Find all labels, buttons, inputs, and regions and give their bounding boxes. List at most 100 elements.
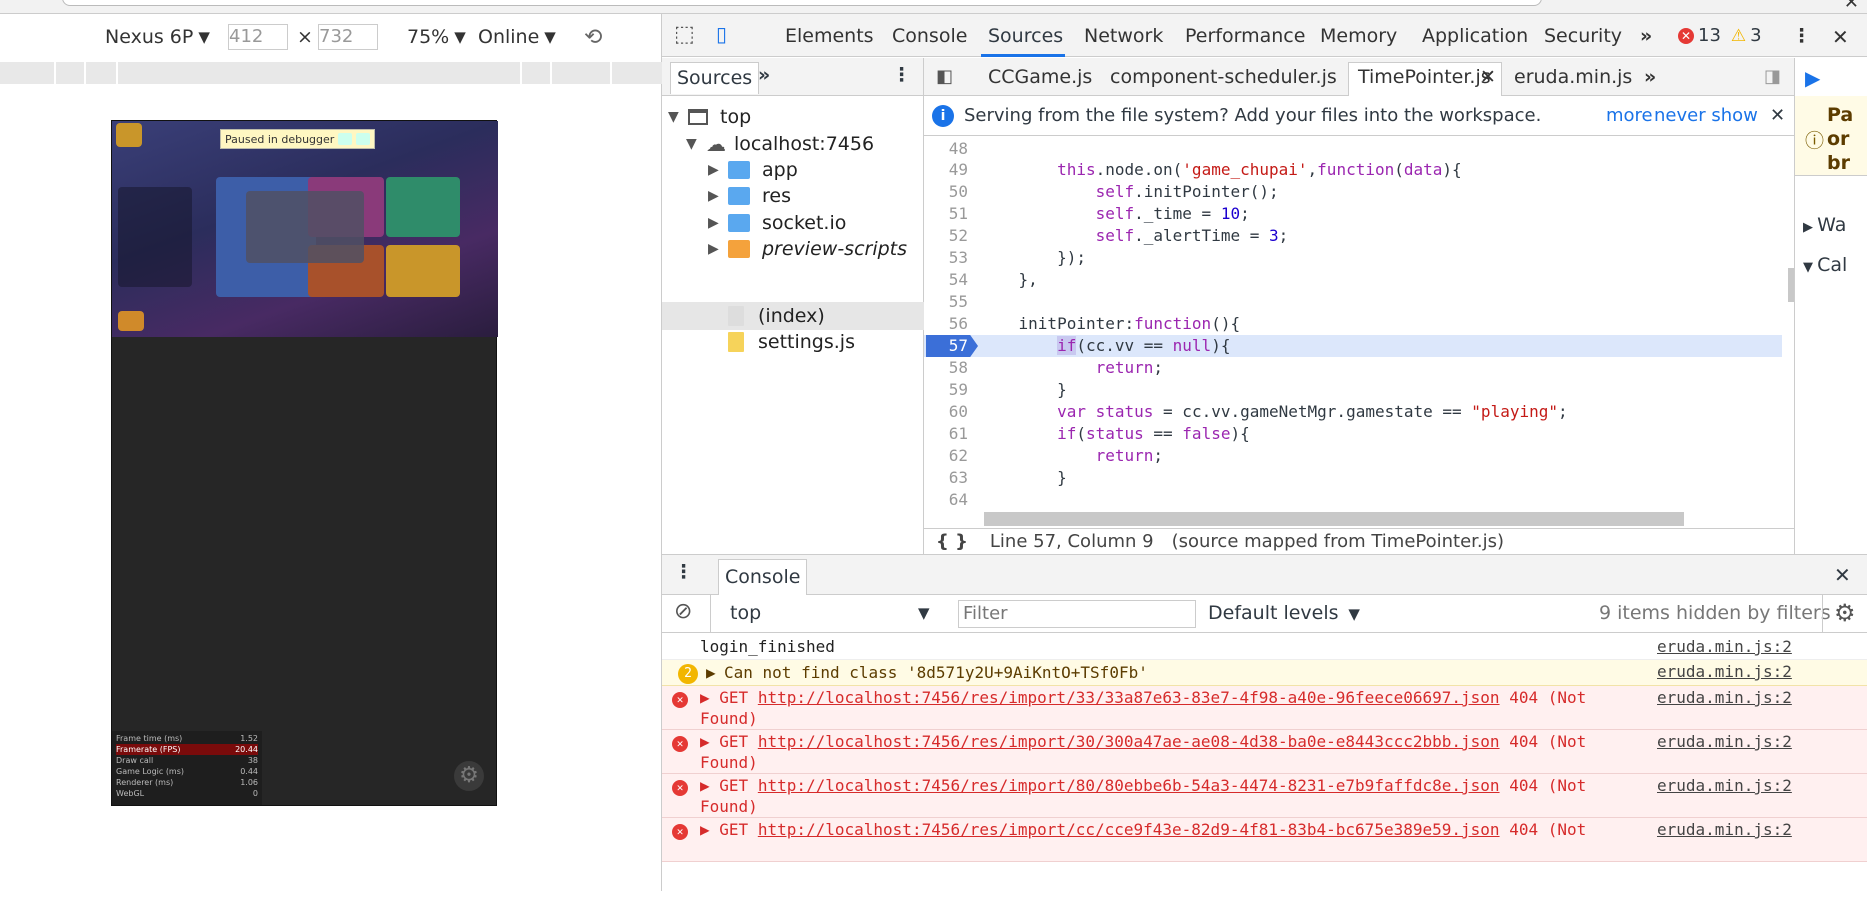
inspect-element-icon[interactable]: ⬚ xyxy=(674,22,695,47)
request-url[interactable]: http://localhost:7456/res/import/30/300a… xyxy=(758,732,1500,751)
source-link[interactable]: eruda.min.js:2 xyxy=(1657,776,1792,795)
console-error[interactable]: ✕ ▶ GET http://localhost:7456/res/import… xyxy=(662,774,1867,818)
drawer-header: ⋮ Console ✕ xyxy=(662,555,1867,595)
code-line: 55 xyxy=(948,292,968,311)
code-line: 48 xyxy=(948,139,968,158)
close-infobar-icon[interactable]: ✕ xyxy=(1770,105,1785,126)
device-select[interactable]: Nexus 6P ▼ xyxy=(105,24,210,50)
code-line: 63 } xyxy=(948,468,1067,487)
tree-item-socketio[interactable]: ▶ socket.io xyxy=(708,209,846,237)
code-line: 64 xyxy=(948,490,968,509)
callstack-section[interactable]: ▼ Cal xyxy=(1803,254,1847,276)
close-devtools-icon[interactable]: ✕ xyxy=(1832,25,1849,49)
source-link[interactable]: eruda.min.js:2 xyxy=(1657,688,1792,707)
tree-item-index[interactable]: (index) xyxy=(728,302,825,330)
code-line: 51 self._time = 10; xyxy=(948,204,1250,223)
console-warning[interactable]: 2 ▶ Can not find class '8d571y2U+9AiKntO… xyxy=(662,660,1867,686)
editor-tab-ccgame[interactable]: CCGame.js xyxy=(988,66,1092,88)
kebab-menu-icon[interactable]: ⋮ xyxy=(674,561,693,583)
source-mapped-note[interactable]: (source mapped from TimePointer.js) xyxy=(1172,531,1504,552)
more-tabs-icon[interactable]: » xyxy=(1640,25,1652,47)
console-filter-input[interactable]: Filter xyxy=(958,600,1196,628)
tab-memory[interactable]: Memory xyxy=(1320,25,1397,47)
pretty-print-icon[interactable]: { } xyxy=(936,531,968,552)
gear-icon[interactable]: ⚙ xyxy=(454,761,484,791)
navigator-tab-sources[interactable]: Sources xyxy=(670,62,760,94)
tree-item-top[interactable]: ▼ top xyxy=(668,103,751,131)
collapsed-triangle-icon: ▶ xyxy=(708,162,719,178)
zoom-select[interactable]: 75% ▼ xyxy=(407,24,466,50)
tab-sources[interactable]: Sources xyxy=(988,25,1063,47)
paused-in-debugger-overlay: Paused in debugger xyxy=(220,129,376,149)
toggle-debugger-icon[interactable]: ◨ xyxy=(1764,66,1781,87)
tab-console[interactable]: Console xyxy=(892,25,967,47)
drawer-tab-console[interactable]: Console xyxy=(718,559,808,595)
game-canvas[interactable]: Paused in debugger xyxy=(112,121,498,337)
close-window-icon[interactable]: ✕ xyxy=(1844,0,1859,13)
tree-item-app[interactable]: ▶ app xyxy=(708,156,798,184)
rotate-icon[interactable]: ⟲ xyxy=(584,24,602,50)
source-link[interactable]: eruda.min.js:2 xyxy=(1657,637,1792,656)
tab-performance[interactable]: Performance xyxy=(1185,25,1305,47)
repeat-count-badge: 2 xyxy=(678,664,698,684)
editor-tab-component-scheduler[interactable]: component-scheduler.js xyxy=(1110,66,1337,88)
media-query-ruler[interactable] xyxy=(0,62,662,84)
tab-security[interactable]: Security xyxy=(1544,25,1622,47)
context-select[interactable]: top xyxy=(730,602,761,624)
breakpoint-marker[interactable]: 57 xyxy=(926,335,978,357)
request-url[interactable]: http://localhost:7456/res/import/33/33a8… xyxy=(758,688,1500,707)
tab-network[interactable]: Network xyxy=(1084,25,1163,47)
kebab-menu-icon[interactable]: ⋮ xyxy=(1792,25,1811,47)
source-link[interactable]: eruda.min.js:2 xyxy=(1657,732,1792,751)
device-name: Nexus 6P xyxy=(105,26,194,48)
source-link[interactable]: eruda.min.js:2 xyxy=(1657,820,1792,839)
device-toggle-icon[interactable]: ▯ xyxy=(716,22,727,46)
console-error[interactable]: ✕ ▶ GET http://localhost:7456/res/import… xyxy=(662,818,1867,862)
kebab-menu-icon[interactable]: ⋮ xyxy=(892,64,911,86)
more-tabs-icon[interactable]: » xyxy=(1644,66,1656,88)
gear-icon[interactable]: ⚙ xyxy=(1834,599,1856,627)
editor-tab-timepointer[interactable]: TimePointer.js xyxy=(1358,66,1491,88)
log-levels-select[interactable]: Default levels ▼ xyxy=(1208,602,1360,624)
tree-item-host[interactable]: ▼ ☁ localhost:7456 xyxy=(686,130,874,158)
device-screen[interactable]: Paused in debugger Frame time (ms) 1.52 F… xyxy=(111,120,498,806)
issue-counter[interactable]: ✕ 13 ⚠ 3 xyxy=(1678,25,1762,46)
chevron-down-icon[interactable]: ▼ xyxy=(918,604,930,622)
editor-status-bar: { } Line 57, Column 9 (source mapped fro… xyxy=(924,528,1794,554)
toggle-navigator-icon[interactable]: ◧ xyxy=(936,66,953,87)
tree-item-res[interactable]: ▶ res xyxy=(708,182,791,210)
close-tab-icon[interactable]: ✕ xyxy=(1480,66,1496,88)
hidden-items-note: 9 items hidden by filters xyxy=(1599,602,1831,624)
zoom-value: 75% xyxy=(407,26,450,48)
close-drawer-icon[interactable]: ✕ xyxy=(1834,563,1851,587)
code-area[interactable]: 48 49 this.node.on('game_chupai',functio… xyxy=(924,138,1782,512)
infobar-more-link[interactable]: more xyxy=(1606,105,1653,126)
error-count: 13 xyxy=(1698,25,1721,46)
tab-elements[interactable]: Elements xyxy=(785,25,874,47)
resume-icon[interactable]: ▶ xyxy=(1805,66,1820,90)
editor-tab-eruda[interactable]: eruda.min.js xyxy=(1514,66,1632,88)
console-error[interactable]: ✕ ▶ GET http://localhost:7456/res/import… xyxy=(662,730,1867,774)
more-navigator-tabs-icon[interactable]: » xyxy=(758,64,770,86)
tree-item-preview-scripts[interactable]: ▶ preview-scripts xyxy=(708,235,907,263)
source-link[interactable]: eruda.min.js:2 xyxy=(1657,662,1792,681)
step-over-icon[interactable] xyxy=(356,133,371,145)
code-line: 58 return; xyxy=(948,358,1164,377)
tab-application[interactable]: Application xyxy=(1422,25,1528,47)
resume-icon[interactable] xyxy=(338,133,353,145)
perf-row: Game Logic (ms) 0.44 xyxy=(116,767,258,776)
address-bar[interactable] xyxy=(62,0,1542,6)
horizontal-scrollbar[interactable] xyxy=(984,512,1684,526)
infobar-never-show-link[interactable]: never show xyxy=(1654,105,1758,126)
network-select[interactable]: Online ▼ xyxy=(478,24,556,50)
error-icon: ✕ xyxy=(672,736,688,752)
tree-item-settings[interactable]: settings.js xyxy=(728,328,855,356)
console-error[interactable]: ✕ ▶ GET http://localhost:7456/res/import… xyxy=(662,686,1867,730)
request-url[interactable]: http://localhost:7456/res/import/cc/cce9… xyxy=(758,820,1500,839)
request-url[interactable]: http://localhost:7456/res/import/80/80eb… xyxy=(758,776,1500,795)
height-input[interactable]: 732 xyxy=(318,24,378,50)
watch-section[interactable]: ▶ Wa xyxy=(1803,214,1846,236)
clear-console-icon[interactable]: ⊘ xyxy=(674,599,692,624)
error-icon: ✕ xyxy=(672,824,688,840)
width-input[interactable]: 412 xyxy=(228,24,288,50)
